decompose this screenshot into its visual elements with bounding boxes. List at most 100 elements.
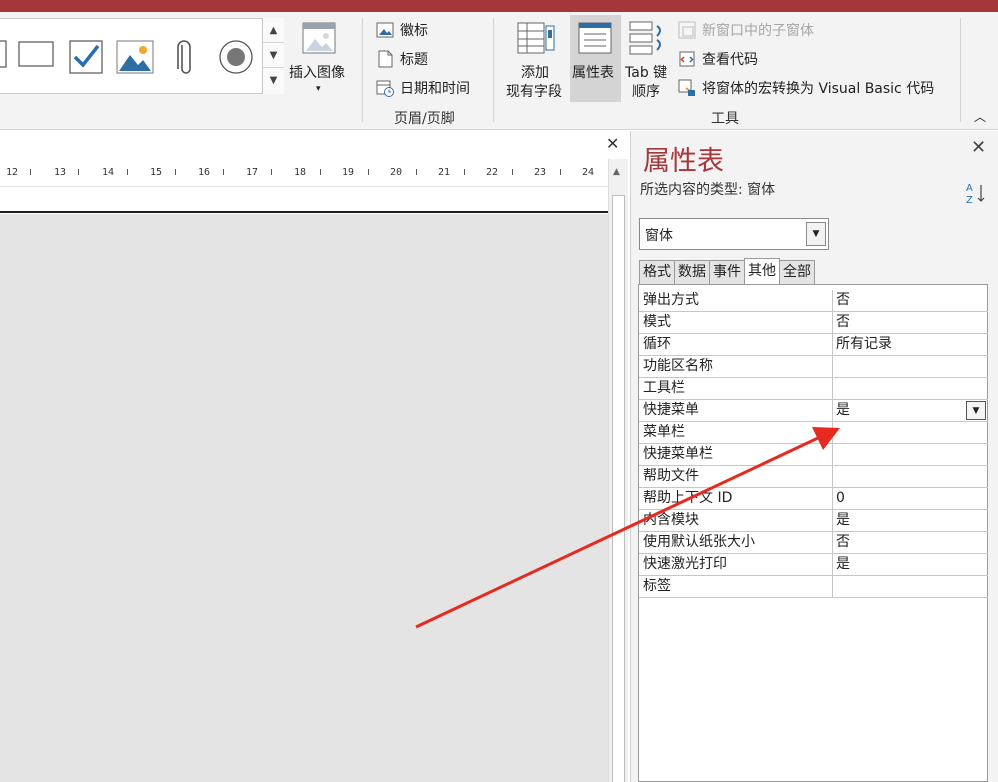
title-icon: [378, 50, 393, 68]
property-name: 快速激光打印: [639, 554, 833, 575]
group-separator: [493, 18, 494, 122]
property-row[interactable]: 模式否: [639, 312, 988, 334]
gallery-more-icon[interactable]: ▼: [263, 68, 284, 93]
document-tab-bar: [0, 131, 628, 159]
close-property-sheet-icon[interactable]: ✕: [971, 137, 986, 158]
gallery-scroll-down-icon[interactable]: ▼: [263, 43, 284, 68]
tab-order-label-2[interactable]: 顺序: [632, 81, 660, 101]
property-row[interactable]: 工具栏: [639, 378, 988, 400]
tab-format[interactable]: 格式: [639, 260, 675, 284]
property-name: 内含模块: [639, 510, 833, 531]
convert-macros-button[interactable]: 将窗体的宏转换为 Visual Basic 代码: [678, 78, 934, 98]
property-row[interactable]: 快速激光打印是: [639, 554, 988, 576]
ruler-tick: 13: [54, 167, 67, 178]
tab-event[interactable]: 事件: [709, 260, 745, 284]
logo-button[interactable]: 徽标: [376, 20, 428, 40]
property-value[interactable]: 0: [834, 488, 988, 509]
partial-control-icon[interactable]: [0, 39, 8, 69]
tab-order-label-1[interactable]: Tab 键: [625, 62, 667, 82]
property-value[interactable]: 否: [834, 532, 988, 553]
title-button[interactable]: 标题: [376, 49, 428, 69]
property-name: 帮助文件: [639, 466, 833, 487]
property-tabs: 格式 数据 事件 其他 全部: [639, 258, 815, 284]
tab-other[interactable]: 其他: [744, 258, 780, 284]
property-value[interactable]: 所有记录: [834, 334, 988, 355]
close-document-icon[interactable]: ✕: [606, 134, 619, 153]
view-code-label: 查看代码: [702, 52, 758, 68]
property-value[interactable]: 是: [834, 510, 988, 531]
insert-image-dropdown-icon[interactable]: ▾: [316, 84, 321, 94]
ruler-mark: [271, 169, 272, 175]
property-row[interactable]: 快捷菜单是 ▼: [639, 400, 988, 422]
collapse-ribbon-icon[interactable]: ︿: [974, 108, 986, 125]
option-button-control-icon[interactable]: [218, 39, 254, 75]
chevron-down-icon[interactable]: ▼: [806, 222, 826, 246]
ruler-mark: [127, 169, 128, 175]
ruler-tick: 24: [582, 167, 595, 178]
property-row[interactable]: 帮助文件: [639, 466, 988, 488]
property-name: 菜单栏: [639, 422, 833, 443]
form-section-band[interactable]: [0, 187, 608, 213]
ruler-tick: 19: [342, 167, 355, 178]
property-value[interactable]: [834, 444, 988, 465]
image-control-icon[interactable]: [116, 39, 154, 75]
insert-image-button[interactable]: 插入图像: [289, 62, 345, 82]
date-time-button[interactable]: 日期和时间: [376, 78, 470, 98]
property-row[interactable]: 弹出方式否: [639, 290, 988, 312]
tab-order-icon[interactable]: [629, 20, 667, 56]
property-row[interactable]: 快捷菜单栏: [639, 444, 988, 466]
rectangle-control-icon[interactable]: [18, 39, 54, 69]
checkbox-control-icon[interactable]: [68, 39, 104, 75]
sort-icon[interactable]: AZ: [965, 181, 987, 205]
date-time-label: 日期和时间: [400, 81, 470, 97]
property-row[interactable]: 使用默认纸张大小否: [639, 532, 988, 554]
gallery-scroll-up-icon[interactable]: ▲: [263, 18, 284, 43]
title-bar: [0, 0, 998, 12]
ruler-mark: [368, 169, 369, 175]
ruler-tick: 22: [486, 167, 499, 178]
property-value[interactable]: 否: [834, 312, 988, 333]
tab-all[interactable]: 全部: [779, 260, 815, 284]
property-name: 功能区名称: [639, 356, 833, 377]
property-row[interactable]: 内含模块是: [639, 510, 988, 532]
property-value[interactable]: [834, 356, 988, 377]
property-sheet-pane: 属性表 ✕ 所选内容的类型: 窗体 AZ 窗体 ▼ 格式 数据 事件 其他 全部…: [630, 131, 998, 782]
property-name: 标签: [639, 576, 833, 597]
scroll-up-icon[interactable]: ▲: [613, 167, 620, 177]
logo-label: 徽标: [400, 23, 428, 39]
add-fields-label-2[interactable]: 现有字段: [506, 81, 562, 101]
chevron-down-icon[interactable]: ▼: [966, 401, 986, 420]
property-row[interactable]: 功能区名称: [639, 356, 988, 378]
ruler-mark: [30, 169, 31, 175]
property-value[interactable]: [834, 466, 988, 487]
property-value[interactable]: [834, 378, 988, 399]
property-row[interactable]: 循环 所有记录: [639, 334, 988, 356]
object-selector[interactable]: 窗体 ▼: [639, 218, 829, 250]
ruler-tick: 23: [534, 167, 547, 178]
add-fields-label-1[interactable]: 添加: [521, 62, 549, 82]
add-existing-fields-icon[interactable]: [517, 22, 555, 54]
view-code-button[interactable]: 查看代码: [678, 49, 758, 69]
ruler-mark: [512, 169, 513, 175]
ruler-tick: 21: [438, 167, 451, 178]
subform-new-window-button[interactable]: 新窗口中的子窗体: [678, 20, 814, 40]
vertical-scrollbar[interactable]: ▲: [608, 159, 628, 782]
ruler-tick: 17: [246, 167, 259, 178]
property-value[interactable]: 是: [834, 554, 988, 575]
property-sheet-title: 属性表: [643, 146, 724, 177]
scroll-thumb[interactable]: [612, 195, 625, 782]
title-label: 标题: [400, 52, 428, 68]
property-row[interactable]: 标签: [639, 576, 988, 598]
property-value[interactable]: 否: [834, 290, 988, 311]
attachment-control-icon[interactable]: [175, 39, 195, 77]
ruler-tick: 15: [150, 167, 163, 178]
property-row[interactable]: 帮助上下文 ID 0: [639, 488, 988, 510]
insert-image-icon[interactable]: [302, 22, 336, 54]
property-value[interactable]: [834, 576, 988, 597]
property-row[interactable]: 菜单栏: [639, 422, 988, 444]
property-value[interactable]: [834, 422, 988, 443]
design-canvas[interactable]: [0, 214, 608, 782]
ruler-mark: [175, 169, 176, 175]
tab-data[interactable]: 数据: [674, 260, 710, 284]
property-value[interactable]: 是: [834, 400, 988, 421]
